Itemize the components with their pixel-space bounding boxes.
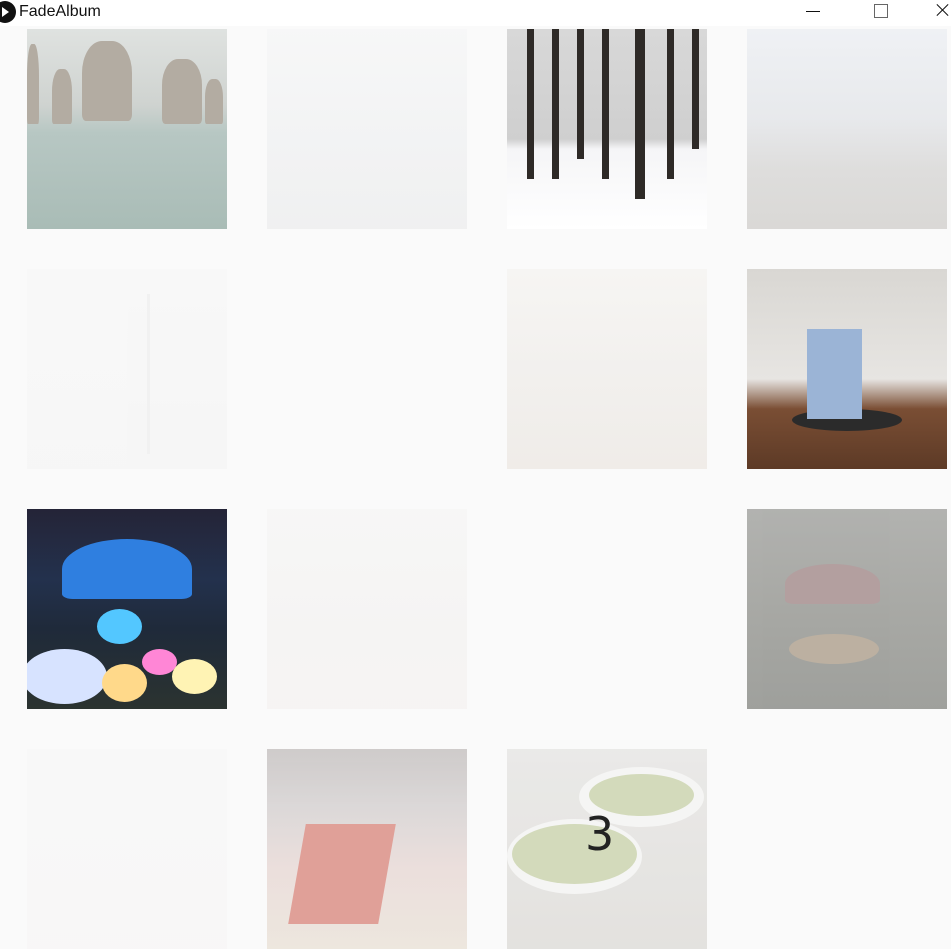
- photo-gallery-installation: [747, 269, 947, 469]
- maximize-icon[interactable]: [862, 0, 902, 26]
- photo-counter-label: 3: [585, 807, 615, 861]
- photo-tile[interactable]: [267, 509, 467, 709]
- photo-tile[interactable]: [747, 269, 947, 469]
- photo-tile[interactable]: [27, 509, 227, 709]
- photo-snowy-forest: [507, 29, 707, 229]
- photo-tile-empty[interactable]: [267, 269, 467, 469]
- photo-harbor: [267, 29, 467, 229]
- photo-tile-empty[interactable]: [747, 749, 947, 949]
- minimize-icon[interactable]: [796, 0, 836, 26]
- photo-illuminated-garden: [27, 509, 227, 709]
- photo-tile-empty[interactable]: [507, 509, 707, 709]
- close-icon[interactable]: [930, 0, 951, 26]
- photo-cakes: [27, 749, 227, 949]
- photo-light-tunnel: [267, 509, 467, 709]
- photo-tile[interactable]: [27, 749, 227, 949]
- photo-street-lamp: [27, 269, 227, 469]
- photo-tile[interactable]: [507, 269, 707, 469]
- photo-tile[interactable]: [267, 749, 467, 949]
- photo-tile[interactable]: [267, 29, 467, 229]
- title-bar: FadeAlbum: [0, 0, 951, 26]
- photo-cake-display: [267, 749, 467, 949]
- photo-park-path: [747, 29, 947, 229]
- photo-tile[interactable]: [27, 269, 227, 469]
- photo-tile[interactable]: [507, 29, 707, 229]
- photo-grid: 3: [27, 29, 947, 949]
- photo-tile[interactable]: [747, 29, 947, 229]
- photo-tile[interactable]: 3: [507, 749, 707, 949]
- photo-tile[interactable]: [747, 509, 947, 709]
- photo-sea-arch: [27, 29, 227, 229]
- photo-tile[interactable]: [27, 29, 227, 229]
- photo-campus-autumn: [507, 269, 707, 469]
- photo-carousel: [747, 509, 947, 709]
- app-logo-icon: [0, 1, 16, 23]
- window-title: FadeAlbum: [19, 3, 101, 20]
